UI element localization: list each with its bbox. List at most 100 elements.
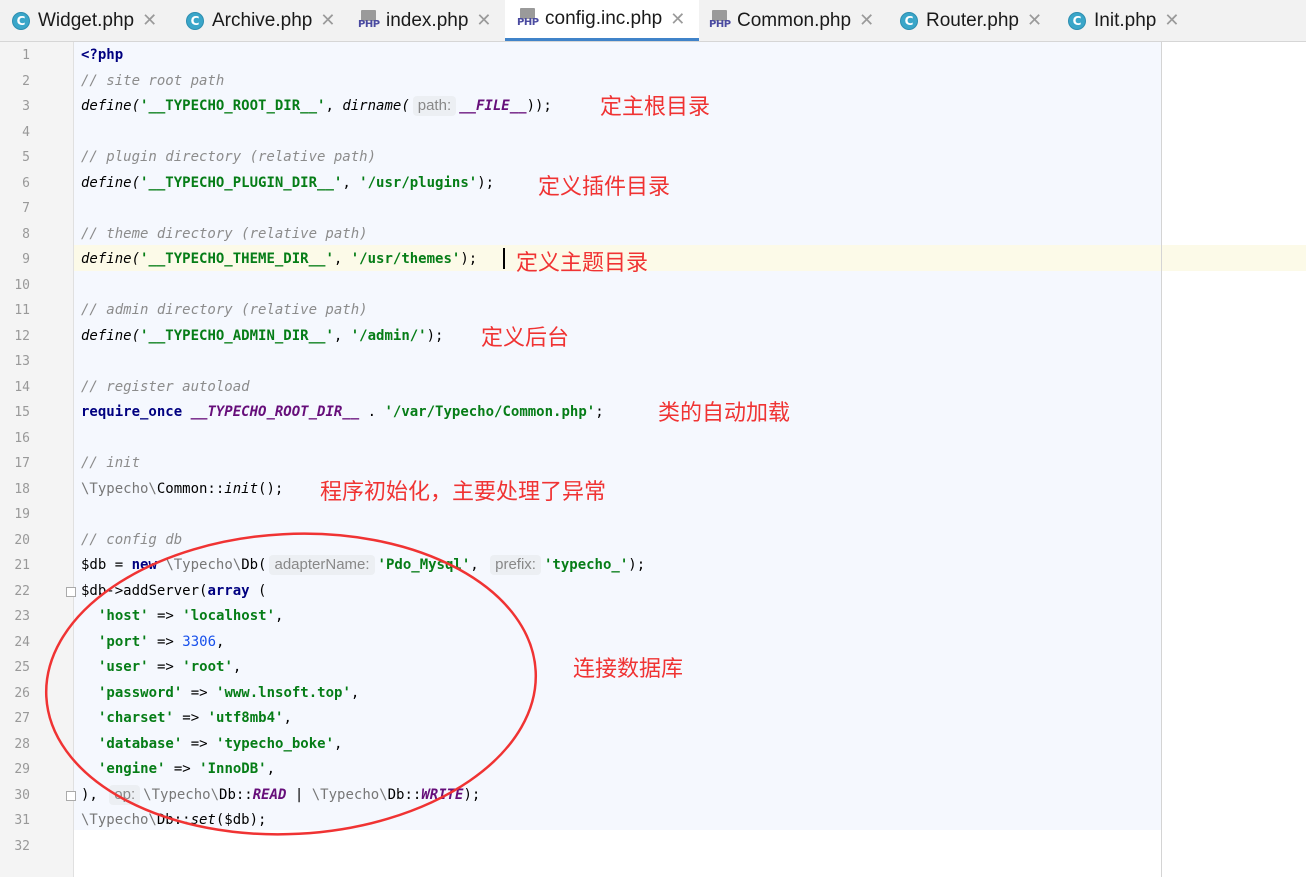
code-line-29: 'engine' => 'InnoDB', <box>98 757 275 783</box>
code-token: )); <box>526 98 552 114</box>
line-number: 19 <box>14 507 30 522</box>
line-number: 10 <box>14 277 30 293</box>
code-token: => <box>182 684 217 701</box>
code-token: , <box>216 633 225 650</box>
line-number: 31 <box>14 813 30 828</box>
php-open-tag: <?php <box>81 47 124 63</box>
tab-index-php[interactable]: PHP index.php ✕ <box>348 0 505 41</box>
code-token: Db:: <box>387 786 422 803</box>
code-token: | <box>286 786 312 803</box>
close-icon[interactable]: ✕ <box>1164 10 1179 31</box>
constant: WRITE <box>421 786 464 803</box>
code-token: define( <box>81 327 141 344</box>
number-literal: 3306 <box>182 633 217 650</box>
comment: // config db <box>81 531 183 548</box>
line-number: 25 <box>14 660 30 675</box>
line-number: 32 <box>14 838 30 854</box>
fold-marker[interactable] <box>66 587 76 597</box>
string-literal: '/admin/' <box>350 327 427 344</box>
php-file-icon: PHP <box>517 8 539 30</box>
class-c-icon: C <box>12 11 30 30</box>
comment: // theme directory (relative path) <box>81 225 368 242</box>
tab-config-inc-php[interactable]: PHP config.inc.php ✕ <box>505 0 699 41</box>
constant: READ <box>252 786 287 803</box>
string-literal: '__TYPECHO_ROOT_DIR__' <box>140 98 326 114</box>
tab-widget-php[interactable]: C Widget.php ✕ <box>0 0 172 41</box>
namespace: \Typecho\ <box>143 786 220 803</box>
line-number: 9 <box>22 252 30 267</box>
close-icon[interactable]: ✕ <box>670 9 685 30</box>
keyword: require_once <box>81 404 183 420</box>
string-literal: 'Pdo_Mysql' <box>377 557 471 573</box>
string-literal: '__TYPECHO_THEME_DIR__' <box>140 251 334 267</box>
code-token: ; <box>595 404 604 420</box>
code-token: , <box>283 710 292 726</box>
code-token: , <box>334 735 343 752</box>
line-number: 2 <box>22 73 30 89</box>
close-icon[interactable]: ✕ <box>859 10 874 31</box>
tab-archive-php[interactable]: C Archive.php ✕ <box>172 0 348 41</box>
tab-router-php[interactable]: C Router.php ✕ <box>888 0 1058 41</box>
code-line-22: $db->addServer(array ( <box>81 579 266 605</box>
tab-label: Init.php <box>1094 9 1157 31</box>
annotation-theme-dir: 定义主题目录 <box>516 251 649 276</box>
code-line-3: define('__TYPECHO_ROOT_DIR__', dirname(p… <box>81 94 552 120</box>
code-line-8: // theme directory (relative path) <box>81 222 368 248</box>
fold-marker[interactable] <box>66 791 76 801</box>
annotation-db: 连接数据库 <box>573 657 684 682</box>
comment: // admin directory (relative path) <box>81 302 368 318</box>
line-number: 20 <box>14 532 30 548</box>
array-value: 'utf8mb4' <box>207 710 284 726</box>
line-number: 5 <box>22 150 30 165</box>
line-number: 4 <box>22 124 30 140</box>
array-key: 'host' <box>98 608 149 624</box>
code-token: ); <box>463 786 481 803</box>
code-token: define( <box>81 251 141 267</box>
line-number: 6 <box>22 175 30 191</box>
line-number: 28 <box>14 736 30 752</box>
line-number: 29 <box>14 762 30 777</box>
code-editor[interactable]: 1 2 3 4 5 6 7 8 9 10 11 12 13 14 15 16 1… <box>0 42 1306 877</box>
array-value: 'typecho_boke' <box>216 735 335 752</box>
code-line-30: ), op: \Typecho\Db::READ | \Typecho\Db::W… <box>81 783 480 809</box>
code-token: => <box>173 710 208 726</box>
line-number: 1 <box>22 48 30 63</box>
comment: // plugin directory (relative path) <box>81 149 377 165</box>
code-line-28: 'database' => 'typecho_boke', <box>98 732 342 758</box>
class-c-icon: C <box>186 11 204 30</box>
class-c-icon: C <box>1068 11 1086 30</box>
tab-init-php[interactable]: C Init.php ✕ <box>1058 0 1198 41</box>
code-token: Db:: <box>156 812 191 828</box>
code-token: ); <box>426 327 444 344</box>
comment: // init <box>81 455 141 471</box>
close-icon[interactable]: ✕ <box>476 10 491 31</box>
string-literal: '/usr/themes' <box>350 251 461 267</box>
code-line-9: define('__TYPECHO_THEME_DIR__', '/usr/th… <box>81 247 477 273</box>
code-line-24: 'port' => 3306, <box>98 630 224 656</box>
line-number: 8 <box>22 226 30 242</box>
namespace: \Typecho\ <box>311 786 388 803</box>
tab-label: Common.php <box>737 9 852 31</box>
array-value: 'root' <box>182 659 233 675</box>
close-icon[interactable]: ✕ <box>142 10 157 31</box>
string-literal: 'typecho_' <box>543 557 629 573</box>
array-value: 'InnoDB' <box>199 761 267 777</box>
text-caret <box>503 248 505 269</box>
code-token: , <box>350 684 360 701</box>
code-line-17: // init <box>81 451 140 477</box>
close-icon[interactable]: ✕ <box>320 10 335 31</box>
close-icon[interactable]: ✕ <box>1027 10 1042 31</box>
parameter-hint: prefix: <box>490 555 541 575</box>
constant: __FILE__ <box>459 98 527 114</box>
line-number: 30 <box>14 787 30 803</box>
method-name: init <box>224 480 259 497</box>
comment: // register autoload <box>81 378 250 395</box>
tab-label: Widget.php <box>38 9 135 31</box>
code-line-11: // admin directory (relative path) <box>81 298 368 324</box>
code-token: => <box>148 659 183 675</box>
line-number: 3 <box>22 99 30 114</box>
tab-common-php[interactable]: PHP Common.php ✕ <box>699 0 888 41</box>
parameter-hint: adapterName: <box>269 555 375 575</box>
namespace: \Typecho\ <box>81 812 157 828</box>
string-literal: '__TYPECHO_ADMIN_DIR__' <box>140 327 334 344</box>
